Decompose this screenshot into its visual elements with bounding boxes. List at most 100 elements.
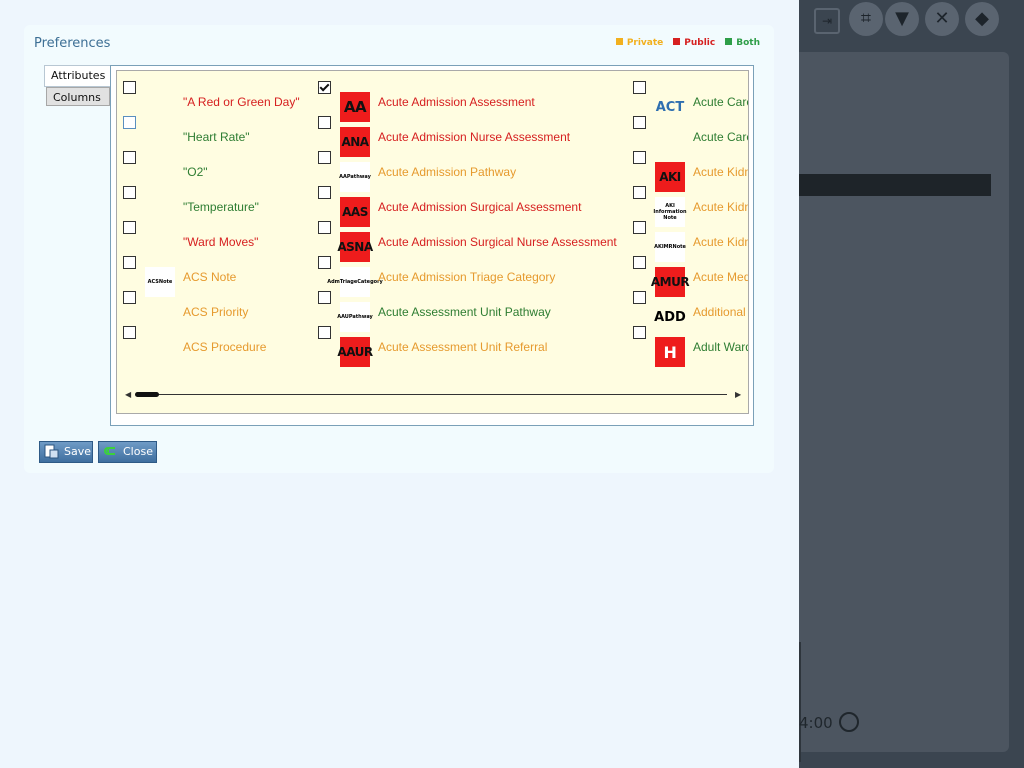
attribute-label[interactable]: Acute Assessment Unit Referral bbox=[378, 340, 547, 354]
attribute-checkbox[interactable] bbox=[318, 116, 331, 129]
attribute-label[interactable]: Additional bbox=[693, 305, 746, 319]
legend-both: Both bbox=[725, 38, 760, 48]
attribute-label[interactable]: "A Red or Green Day" bbox=[183, 95, 300, 109]
attribute-label[interactable]: Acute Admission Assessment bbox=[378, 95, 535, 109]
attribute-checkbox[interactable] bbox=[318, 151, 331, 164]
attribute-checkbox[interactable] bbox=[123, 116, 136, 129]
attribute-item[interactable]: AAS Acute Admission Surgical Assessment bbox=[318, 186, 638, 227]
attribute-checkbox[interactable] bbox=[633, 186, 646, 199]
return-arrow-icon bbox=[104, 447, 115, 455]
eraser-icon: ◆ bbox=[965, 2, 999, 36]
filter-icon: ▼ bbox=[885, 2, 919, 36]
export-icon: ⇥ bbox=[814, 8, 840, 34]
attribute-item[interactable]: AKI Acute Kidn bbox=[633, 151, 748, 192]
attribute-label[interactable]: "Ward Moves" bbox=[183, 235, 258, 249]
attribute-item[interactable]: AAUPathway Acute Assessment Unit Pathway bbox=[318, 291, 638, 332]
save-button-label: Save bbox=[64, 445, 92, 458]
attribute-checkbox[interactable] bbox=[633, 256, 646, 269]
attribute-checkbox[interactable] bbox=[318, 291, 331, 304]
background-bar bbox=[799, 174, 991, 196]
attribute-checkbox[interactable] bbox=[633, 326, 646, 339]
attribute-label[interactable]: Acute Kidn bbox=[693, 200, 748, 214]
attribute-label[interactable]: Acute Admission Surgical Assessment bbox=[378, 200, 581, 214]
attribute-checkbox[interactable] bbox=[318, 256, 331, 269]
attribute-label[interactable]: "Heart Rate" bbox=[183, 130, 250, 144]
clear-icon: ✕ bbox=[925, 2, 959, 36]
attribute-item[interactable]: ANA Acute Admission Nurse Assessment bbox=[318, 116, 638, 157]
attribute-item[interactable]: AKIMRNote Acute Kidn bbox=[633, 221, 748, 262]
legend-public: Public bbox=[673, 38, 715, 48]
attributes-list: "A Red or Green Day" "Heart Rate" "O2" "Tem… bbox=[116, 70, 749, 414]
background-app: ⇥ ⌗ ▼ ✕ ◆ 4:00 bbox=[799, 0, 1024, 768]
attribute-item[interactable]: AA Acute Admission Assessment bbox=[318, 81, 638, 122]
attribute-label[interactable]: Adult Ward bbox=[693, 340, 748, 354]
attribute-label[interactable]: Acute Kidn bbox=[693, 235, 748, 249]
attribute-badge-icon: H bbox=[655, 337, 685, 367]
attribute-checkbox[interactable] bbox=[318, 326, 331, 339]
attribute-item[interactable]: AAPathway Acute Admission Pathway bbox=[318, 151, 638, 192]
legend-swatch bbox=[673, 38, 681, 45]
scroll-left-icon[interactable]: ◀ bbox=[125, 390, 131, 399]
attribute-checkbox[interactable] bbox=[633, 291, 646, 304]
legend-private: Private bbox=[615, 38, 664, 48]
attribute-checkbox[interactable] bbox=[123, 256, 136, 269]
tab-columns[interactable]: Columns bbox=[46, 87, 110, 106]
tab-attributes[interactable]: Attributes bbox=[44, 65, 110, 87]
attribute-checkbox[interactable] bbox=[123, 81, 136, 94]
legend-label: Public bbox=[684, 38, 716, 48]
attribute-label[interactable]: ACS Priority bbox=[183, 305, 248, 319]
attribute-label[interactable]: Acute Admission Surgical Nurse Assessmen… bbox=[378, 235, 617, 249]
attribute-checkbox[interactable] bbox=[123, 186, 136, 199]
attribute-item[interactable]: ADD Additional bbox=[633, 291, 748, 326]
attribute-label[interactable]: Acute Admission Pathway bbox=[378, 165, 516, 179]
attribute-label[interactable]: Acute Admission Triage Category bbox=[378, 270, 555, 284]
scrollbar-thumb[interactable] bbox=[135, 392, 159, 397]
attribute-item[interactable]: AdmTriageCategory Acute Admission Triage … bbox=[318, 256, 638, 297]
attribute-item[interactable]: H Adult Ward bbox=[633, 326, 748, 367]
attribute-checkbox[interactable] bbox=[633, 81, 646, 94]
attribute-checkbox[interactable] bbox=[123, 291, 136, 304]
attribute-label[interactable]: Acute Admission Nurse Assessment bbox=[378, 130, 570, 144]
dialog-title: Preferences bbox=[34, 36, 111, 51]
attribute-checkbox[interactable] bbox=[318, 81, 331, 94]
background-radio bbox=[839, 712, 859, 732]
scrollbar-track[interactable] bbox=[141, 394, 727, 395]
attribute-item[interactable]: AMUR Acute Med bbox=[633, 256, 748, 297]
scope-legend: Private Public Both bbox=[606, 38, 760, 48]
attribute-label[interactable]: "Temperature" bbox=[183, 200, 259, 214]
preferences-dialog: Preferences Private Public Both Attributes… bbox=[24, 25, 774, 473]
save-button[interactable]: Save bbox=[39, 441, 93, 463]
grid-icon: ⌗ bbox=[849, 2, 883, 36]
attribute-badge-icon: AAUR bbox=[337, 337, 373, 367]
attribute-checkbox[interactable] bbox=[123, 151, 136, 164]
attribute-item[interactable]: ACT Acute Care bbox=[633, 81, 748, 116]
attribute-item[interactable]: AKI Information Note Acute Kidn bbox=[633, 186, 748, 227]
attribute-checkbox[interactable] bbox=[123, 326, 136, 339]
attribute-label[interactable]: Acute Care bbox=[693, 95, 748, 109]
attribute-item[interactable]: ASNA Acute Admission Surgical Nurse Asses… bbox=[318, 221, 638, 262]
attribute-label[interactable]: Acute Assessment Unit Pathway bbox=[378, 305, 551, 319]
attribute-item[interactable]: Acute Care bbox=[633, 116, 748, 151]
legend-label: Private bbox=[626, 38, 664, 48]
attribute-checkbox[interactable] bbox=[633, 151, 646, 164]
attribute-label[interactable]: ACS Procedure bbox=[183, 340, 266, 354]
attribute-label[interactable]: Acute Care bbox=[693, 130, 748, 144]
attribute-item[interactable]: AAUR Acute Assessment Unit Referral bbox=[318, 326, 638, 367]
attribute-label[interactable]: Acute Med bbox=[693, 270, 748, 284]
attribute-checkbox[interactable] bbox=[123, 221, 136, 234]
attribute-checkbox[interactable] bbox=[633, 221, 646, 234]
horizontal-scrollbar[interactable]: ◀ ▶ bbox=[121, 388, 741, 402]
attribute-label[interactable]: ACS Note bbox=[183, 270, 236, 284]
background-divider bbox=[799, 642, 801, 762]
close-button[interactable]: Close bbox=[98, 441, 157, 463]
attribute-checkbox[interactable] bbox=[318, 186, 331, 199]
background-toolbar: ⇥ ⌗ ▼ ✕ ◆ bbox=[799, 0, 1024, 40]
attribute-checkbox[interactable] bbox=[633, 116, 646, 129]
legend-swatch bbox=[725, 38, 733, 45]
scroll-right-icon[interactable]: ▶ bbox=[735, 390, 741, 399]
background-panel: 4:00 bbox=[799, 52, 1009, 762]
attribute-label[interactable]: "O2" bbox=[183, 165, 208, 179]
attribute-label[interactable]: Acute Kidn bbox=[693, 165, 748, 179]
background-time: 4:00 bbox=[799, 714, 833, 732]
attribute-checkbox[interactable] bbox=[318, 221, 331, 234]
